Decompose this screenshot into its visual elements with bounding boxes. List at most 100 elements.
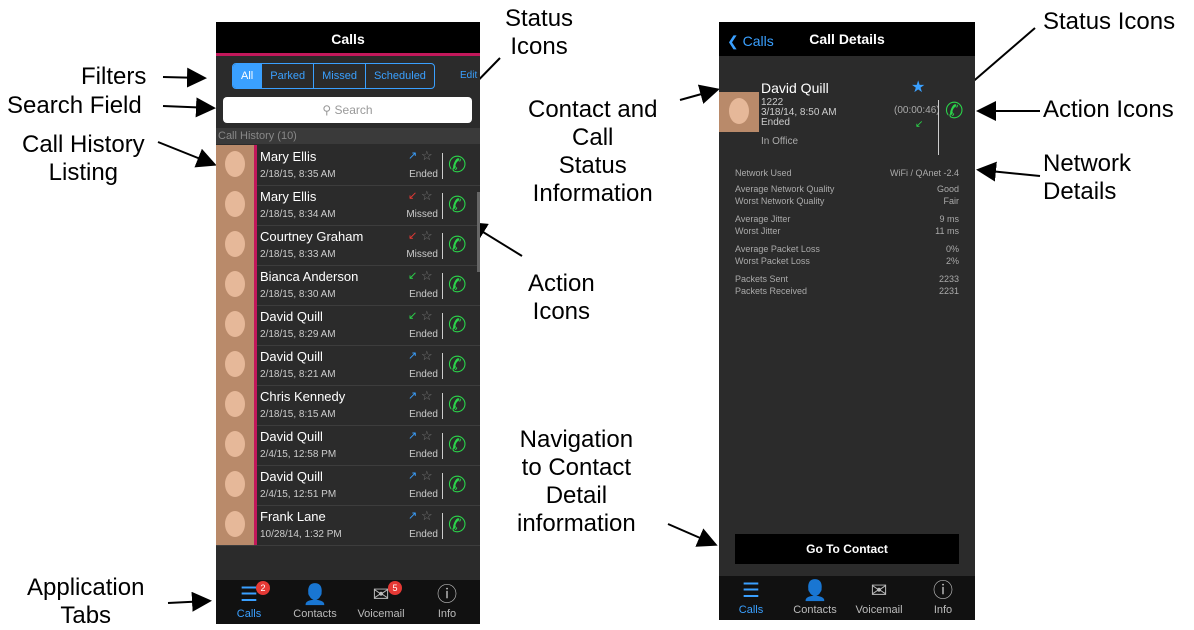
- annotation-contact-status-line3: Status: [558, 152, 627, 179]
- call-date: 2/18/15, 8:30 AM: [260, 289, 336, 300]
- network-detail-value: 9 ms: [939, 214, 959, 224]
- tab-voicemail[interactable]: ✉ 5 Voicemail: [348, 580, 414, 624]
- star-icon[interactable]: ☆: [421, 428, 433, 444]
- call-button[interactable]: ✆: [448, 313, 466, 337]
- network-detail-value: 2%: [945, 256, 959, 266]
- star-icon[interactable]: ☆: [421, 148, 433, 164]
- filter-missed[interactable]: Missed: [314, 64, 366, 88]
- call-button[interactable]: ✆: [448, 273, 466, 297]
- divider: [442, 153, 443, 179]
- filter-parked[interactable]: Parked: [262, 64, 315, 88]
- network-detail-row: Worst Jitter 11 ms: [735, 226, 959, 238]
- list-item[interactable]: Mary Ellis 2/18/15, 8:35 AM Ended ↗ ☆ ✆: [216, 145, 480, 186]
- avatar: [216, 265, 254, 305]
- star-icon[interactable]: ☆: [421, 308, 433, 324]
- calls-screen: Calls All Parked Missed Scheduled Edit ⚲…: [216, 22, 480, 624]
- call-name: Chris Kennedy: [260, 389, 346, 404]
- avatar: [216, 145, 254, 185]
- annotation-call-history: Call History Listing: [22, 131, 145, 187]
- list-item[interactable]: Chris Kennedy 2/18/15, 8:15 AM Ended ↗ ☆ ✆: [216, 385, 480, 426]
- tab-calls[interactable]: ☰ 2 Calls: [216, 580, 282, 624]
- filter-scheduled[interactable]: Scheduled: [366, 64, 434, 88]
- call-button[interactable]: ✆: [448, 433, 466, 457]
- call-status: Ended: [409, 409, 438, 420]
- phone-icon: ✆: [448, 152, 467, 177]
- annotation-navigation: Navigation to Contact Detail information: [517, 426, 636, 538]
- tab-contacts[interactable]: 👤 Contacts: [783, 576, 847, 620]
- star-icon[interactable]: ☆: [421, 228, 433, 244]
- call-button[interactable]: ✆: [448, 193, 466, 217]
- phone-icon: ✆: [448, 272, 467, 297]
- tab-voicemail[interactable]: ✉ Voicemail: [847, 576, 911, 620]
- annotation-navigation-line3: Detail: [545, 482, 608, 509]
- info-icon: ⓘ: [933, 580, 953, 602]
- network-detail-row: Worst Packet Loss 2%: [735, 256, 959, 268]
- avatar: [216, 345, 254, 385]
- star-icon[interactable]: ☆: [421, 508, 433, 524]
- contact-name: David Quill: [761, 80, 829, 96]
- outgoing-arrow-icon: ↗: [408, 430, 418, 442]
- annotation-contact-status-line1: Contact and: [528, 96, 658, 123]
- star-icon[interactable]: ☆: [421, 268, 433, 284]
- list-item[interactable]: Bianca Anderson 2/18/15, 8:30 AM Ended ↙ ☆ ✆: [216, 265, 480, 306]
- call-button[interactable]: ✆: [945, 98, 963, 124]
- outgoing-arrow-icon: ↗: [408, 350, 418, 362]
- phone-icon: ✆: [448, 192, 467, 217]
- phone-icon: ✆: [448, 232, 467, 257]
- list-item[interactable]: David Quill 2/4/15, 12:58 PM Ended ↗ ☆ ✆: [216, 425, 480, 466]
- tab-info[interactable]: ⓘ Info: [911, 576, 975, 620]
- tab-label: Info: [933, 604, 953, 616]
- star-icon[interactable]: ☆: [421, 388, 433, 404]
- top-bar-accent: [216, 53, 480, 56]
- call-status: Missed: [406, 249, 438, 260]
- call-button[interactable]: ✆: [448, 473, 466, 497]
- row-accent: [254, 345, 257, 385]
- list-item[interactable]: Mary Ellis 2/18/15, 8:34 AM Missed ↙ ☆ ✆: [216, 185, 480, 226]
- annotation-application-tabs-line2: Tabs: [60, 602, 112, 629]
- info-icon: ⓘ: [437, 584, 457, 606]
- tab-label: Contacts: [293, 608, 337, 620]
- call-details-screen: ❮ Calls Call Details David Quill 1222 3/…: [719, 22, 975, 620]
- list-item[interactable]: David Quill 2/4/15, 12:51 PM Ended ↗ ☆ ✆: [216, 465, 480, 506]
- call-button[interactable]: ✆: [448, 233, 466, 257]
- row-accent: [254, 225, 257, 265]
- edit-button[interactable]: Edit: [460, 70, 477, 81]
- avatar: [216, 425, 254, 465]
- star-icon[interactable]: ☆: [421, 468, 433, 484]
- annotation-call-history-line2: Listing: [48, 159, 119, 186]
- row-accent: [254, 145, 257, 185]
- call-button[interactable]: ✆: [448, 353, 466, 377]
- tab-contacts[interactable]: 👤 Contacts: [282, 580, 348, 624]
- list-item[interactable]: David Quill 2/18/15, 8:21 AM Ended ↗ ☆ ✆: [216, 345, 480, 386]
- call-date: 2/18/15, 8:35 AM: [260, 169, 336, 180]
- star-icon[interactable]: ☆: [421, 188, 433, 204]
- tab-calls[interactable]: ☰ Calls: [719, 576, 783, 620]
- list-item[interactable]: Courtney Graham 2/18/15, 8:33 AM Missed ↙ ☆ ✆: [216, 225, 480, 266]
- calls-top-bar: Calls: [216, 22, 480, 56]
- annotation-action-icons-right: Action Icons: [1043, 96, 1174, 123]
- annotation-status-icons-line1: Status: [505, 5, 574, 32]
- filter-segmented-control: All Parked Missed Scheduled: [232, 63, 435, 89]
- incoming-arrow-icon: ↙: [408, 270, 418, 282]
- phone-icon: ✆: [448, 432, 467, 457]
- call-name: David Quill: [260, 429, 323, 444]
- call-button[interactable]: ✆: [448, 393, 466, 417]
- scrollbar[interactable]: [477, 192, 480, 272]
- star-icon[interactable]: ★: [911, 77, 925, 97]
- call-name: Bianca Anderson: [260, 269, 359, 284]
- call-button[interactable]: ✆: [448, 153, 466, 177]
- tab-label: Calls: [738, 604, 764, 616]
- filter-all[interactable]: All: [233, 64, 263, 88]
- search-input[interactable]: ⚲ Search: [223, 97, 472, 123]
- search-icon: ⚲: [322, 103, 332, 117]
- tab-info[interactable]: ⓘ Info: [414, 580, 480, 624]
- avatar: [216, 505, 254, 545]
- go-to-contact-button[interactable]: Go To Contact: [735, 534, 959, 564]
- incoming-arrow-icon: ↙: [408, 310, 418, 322]
- call-date: 10/28/14, 1:32 PM: [260, 529, 342, 540]
- list-item[interactable]: Frank Lane 10/28/14, 1:32 PM Ended ↗ ☆ ✆: [216, 505, 480, 546]
- outgoing-arrow-icon: ↗: [408, 510, 418, 522]
- star-icon[interactable]: ☆: [421, 348, 433, 364]
- list-item[interactable]: David Quill 2/18/15, 8:29 AM Ended ↙ ☆ ✆: [216, 305, 480, 346]
- call-button[interactable]: ✆: [448, 513, 466, 537]
